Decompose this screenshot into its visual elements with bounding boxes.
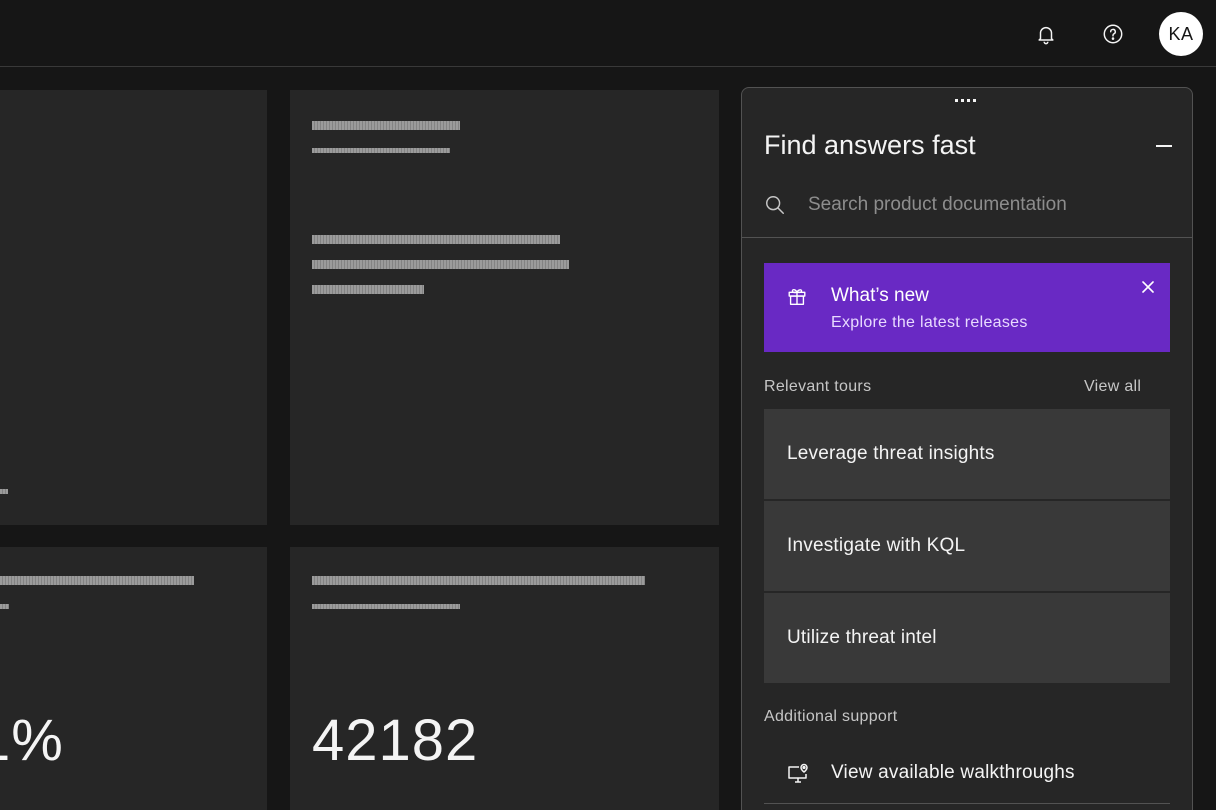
additional-support-label: Additional support	[764, 708, 898, 725]
user-avatar[interactable]: KA	[1159, 12, 1203, 56]
notifications-button[interactable]	[1026, 14, 1066, 54]
tour-label: Investigate with KQL	[787, 535, 966, 556]
tour-item[interactable]: Investigate with KQL	[764, 501, 1170, 591]
whats-new-banner[interactable]: What’s new Explore the latest releases	[764, 263, 1170, 352]
bell-icon	[1038, 26, 1054, 45]
help-panel: Find answers fast What’s new Explore the…	[741, 87, 1193, 810]
placeholder-line	[0, 576, 194, 585]
dashboard-tile: 42182	[290, 547, 719, 810]
view-all-link[interactable]: View all	[1084, 378, 1141, 396]
search-bar	[742, 186, 1192, 238]
placeholder-line	[0, 489, 8, 494]
metric-value: 1%	[0, 708, 64, 773]
dashboard-tile	[290, 90, 719, 525]
placeholder-line	[312, 260, 569, 269]
help-button[interactable]	[1093, 14, 1133, 54]
gift-icon	[788, 288, 806, 305]
search-input[interactable]	[808, 190, 1178, 220]
walkthroughs-label: View available walkthroughs	[831, 762, 1075, 783]
whats-new-title: What’s new	[831, 285, 929, 306]
help-icon	[1103, 24, 1123, 44]
placeholder-line	[312, 285, 424, 294]
whats-new-subtitle: Explore the latest releases	[831, 314, 1028, 331]
tour-item[interactable]: Leverage threat insights	[764, 409, 1170, 499]
placeholder-line	[312, 604, 460, 609]
minimize-icon	[1156, 145, 1172, 147]
top-header: KA	[0, 0, 1216, 67]
walkthrough-icon	[788, 763, 808, 783]
drag-handle[interactable]	[955, 99, 976, 102]
tour-item[interactable]: Utilize threat intel	[764, 593, 1170, 683]
relevant-tours-label: Relevant tours	[764, 378, 872, 395]
placeholder-line	[312, 235, 560, 244]
dismiss-whats-new-button[interactable]	[1136, 275, 1160, 299]
minimize-button[interactable]	[1150, 134, 1178, 158]
panel-title: Find answers fast	[764, 130, 976, 160]
tour-label: Utilize threat intel	[787, 627, 937, 648]
close-icon	[1142, 281, 1154, 293]
search-icon	[766, 196, 784, 214]
tour-label: Leverage threat insights	[787, 443, 995, 464]
placeholder-line	[312, 148, 450, 153]
placeholder-line	[0, 604, 9, 609]
view-walkthroughs-link[interactable]: View available walkthroughs	[764, 748, 1170, 804]
dashboard-tile	[0, 90, 267, 525]
dashboard-tile: 1%	[0, 547, 267, 810]
metric-value: 42182	[312, 708, 479, 773]
placeholder-line	[312, 121, 460, 130]
placeholder-line	[312, 576, 645, 585]
